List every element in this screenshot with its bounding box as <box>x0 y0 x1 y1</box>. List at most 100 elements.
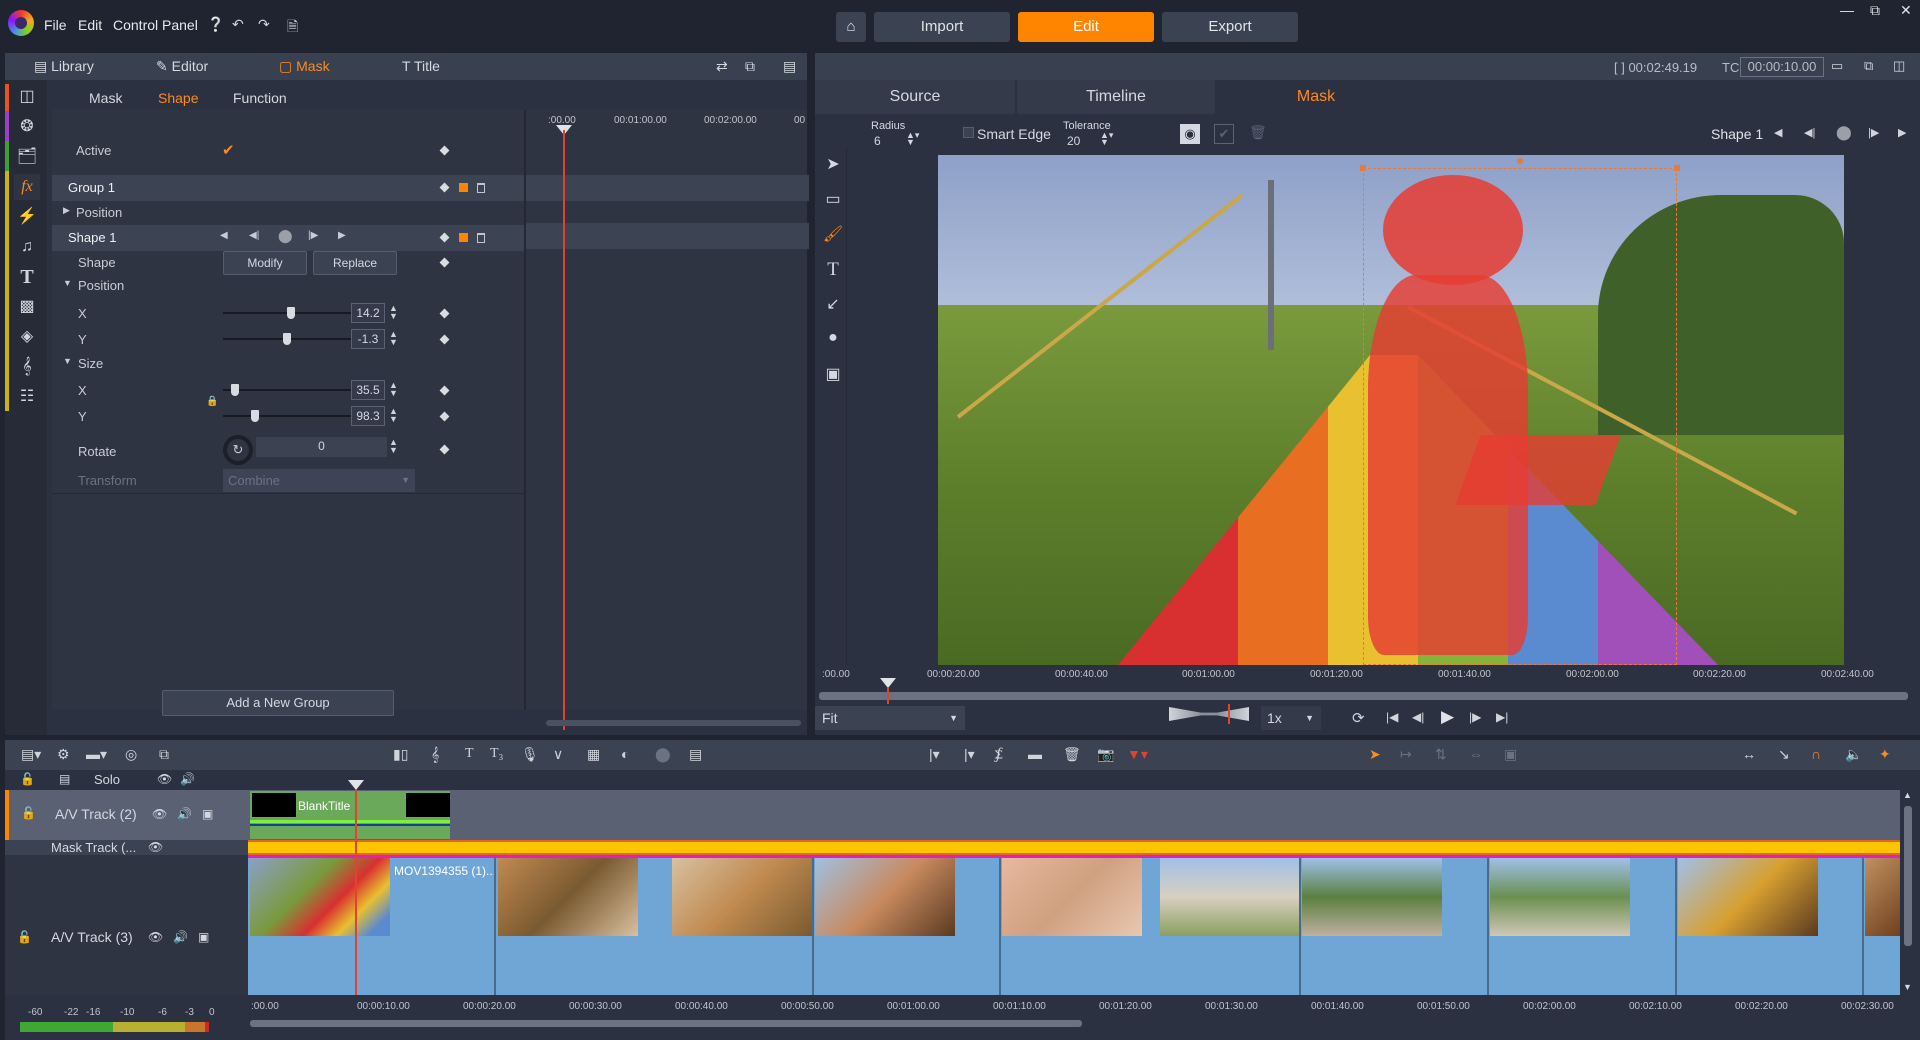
scorefitter-icon[interactable]: 𝄞 <box>431 746 439 763</box>
insert-mode-icon[interactable]: |▾ <box>929 746 940 763</box>
film-reel-icon[interactable]: ❂ <box>14 114 40 140</box>
track-header-av2[interactable]: 🔓 A/V Track (2) 👁 🔊 ▣ <box>5 790 248 840</box>
menu-edit[interactable]: Edit <box>78 17 102 33</box>
scroll-up-icon[interactable]: ▲ <box>1903 790 1912 800</box>
redo-icon[interactable]: ↷ <box>258 16 270 33</box>
slip-icon[interactable]: ⇔ <box>1469 746 1483 762</box>
piano-icon[interactable]: ☷ <box>14 384 40 410</box>
tab-mask[interactable]: ▢ Mask <box>279 58 330 75</box>
home-button[interactable]: ⌂ <box>836 12 866 42</box>
layers-icon[interactable]: ◈ <box>14 324 40 350</box>
eye-icon[interactable]: 👁 <box>148 840 163 854</box>
monitor-icon[interactable]: ▣ <box>202 807 213 821</box>
menu-control-panel[interactable]: Control Panel <box>113 17 198 33</box>
detach-icon[interactable]: ⧉ <box>1864 58 1873 74</box>
eye-icon[interactable]: 👁 <box>157 772 172 786</box>
transition-icon[interactable]: ⚡ <box>14 204 40 230</box>
shape-row[interactable]: Shape 1 ◀ ◀| ⬤ |▶ ▶ <box>52 225 524 251</box>
speaker-icon[interactable]: 🔊 <box>180 772 195 786</box>
speaker-icon[interactable]: 🔊 <box>173 930 188 944</box>
tab-library[interactable]: ▤ Library <box>34 58 94 75</box>
swap-icon[interactable]: ⇄ <box>716 58 728 75</box>
delete-icon[interactable] <box>477 233 485 243</box>
keyframe-diamond-icon[interactable] <box>439 257 450 268</box>
step-back-icon[interactable]: ◀| <box>1804 126 1815 139</box>
pos-x-slider[interactable] <box>223 307 351 319</box>
step-forward-icon[interactable]: |▶ <box>308 230 318 241</box>
pointer-tool-icon[interactable]: ➤ <box>1369 746 1381 763</box>
replace-button[interactable]: Replace <box>313 251 397 275</box>
magnet-icon[interactable]: ∩ <box>1811 746 1821 762</box>
expand-down-icon[interactable]: ▼ <box>63 278 72 288</box>
scroll-thumb[interactable] <box>1904 806 1912 946</box>
color-correction-icon[interactable]: ◐ <box>621 746 629 762</box>
size-y-input[interactable]: 98.3 <box>351 406 385 426</box>
lock-icon[interactable]: 🔓 <box>20 772 35 786</box>
go-to-end-icon[interactable]: ▶| <box>1496 710 1508 724</box>
size-x-slider[interactable] <box>223 384 351 396</box>
ripple-trim-icon[interactable]: ↦ <box>1400 746 1412 763</box>
step-forward-icon[interactable]: |▶ <box>1469 710 1481 724</box>
group-row[interactable]: Group 1 <box>52 175 524 201</box>
expand-down-icon[interactable]: ▼ <box>63 356 72 366</box>
size-x-input[interactable]: 35.5 <box>351 380 385 400</box>
apply-check-icon[interactable]: ✔ <box>1214 124 1234 144</box>
video-preview[interactable] <box>938 155 1844 665</box>
export-frame-icon[interactable]: ⧉ <box>159 746 169 763</box>
motion-track-icon[interactable]: ⬤ <box>655 746 671 763</box>
step-forward-icon[interactable]: |▶ <box>1868 126 1879 139</box>
expand-right-icon[interactable]: ▶ <box>63 205 70 216</box>
resize-handle[interactable] <box>1674 165 1680 171</box>
external-preview-icon[interactable]: ▭ <box>1831 58 1843 74</box>
vertical-scrollbar[interactable]: ▲ ▼ <box>1902 790 1914 995</box>
keyframe-toggle-icon[interactable]: ⬤ <box>278 228 293 244</box>
tab-mask[interactable]: Mask <box>1217 80 1415 114</box>
tab-timeline[interactable]: Timeline <box>1017 80 1215 114</box>
dual-view-icon[interactable]: ◫ <box>1893 58 1905 74</box>
size-y-slider[interactable] <box>223 410 351 422</box>
keyframe-diamond-icon[interactable] <box>439 182 450 193</box>
help-icon[interactable]: ❔ <box>207 16 224 33</box>
fx-icon[interactable]: fx <box>14 174 40 200</box>
3d-title-icon[interactable]: T₃ <box>490 746 503 762</box>
sync-icon[interactable]: ↔ <box>1742 746 1756 762</box>
radius-spinner[interactable]: ▲▾ ▼ <box>906 131 919 147</box>
slider-thumb[interactable] <box>283 333 291 345</box>
text-tool-icon[interactable]: T <box>822 259 844 281</box>
radius-value[interactable]: 6 <box>874 134 881 148</box>
text-icon[interactable]: T <box>14 264 40 290</box>
montage-icon[interactable]: ▩ <box>14 294 40 320</box>
import-button[interactable]: Import <box>874 12 1010 42</box>
timeline-playhead-handle[interactable] <box>348 780 364 790</box>
tolerance-spinner[interactable]: ▲▾ ▼ <box>1100 131 1113 147</box>
keyframe-diamond-icon[interactable] <box>439 308 450 319</box>
smart-tools-icon[interactable]: ✦ <box>1879 746 1891 763</box>
spin-buttons[interactable]: ▲ ▼ <box>389 330 398 347</box>
next-keyframe-icon[interactable]: ▶ <box>1898 126 1906 139</box>
treble-clef-icon[interactable]: 𝄞 <box>14 354 40 380</box>
prev-keyframe-icon[interactable]: ◀ <box>1774 126 1782 139</box>
go-to-start-icon[interactable]: |◀ <box>1386 710 1398 724</box>
layout-icon[interactable]: ▤ <box>783 58 796 75</box>
step-back-icon[interactable]: ◀| <box>1412 710 1424 724</box>
disc-icon[interactable]: ◎ <box>125 746 137 763</box>
dynamic-length-icon[interactable]: ↘ <box>1778 746 1790 763</box>
title-tool-icon[interactable]: T <box>465 746 474 762</box>
pos-x-input[interactable]: 14.2 <box>351 303 385 323</box>
track-header-av3[interactable]: 🔓 A/V Track (3) 👁 🔊 ▣ <box>5 855 248 995</box>
tab-title[interactable]: T Title <box>402 58 440 74</box>
resize-handle[interactable] <box>1360 165 1366 171</box>
spin-buttons[interactable]: ▲ ▼ <box>389 381 398 398</box>
video-clip-track[interactable]: MOV1394355 (1)... <box>248 855 1900 995</box>
menu-file[interactable]: File <box>44 17 67 33</box>
rectangle-tool-icon[interactable]: ▭ <box>822 189 844 211</box>
slider-thumb[interactable] <box>287 307 295 319</box>
color-swatch-icon[interactable] <box>459 233 468 242</box>
folders-icon[interactable]: 🗂 <box>14 144 40 170</box>
razor-icon[interactable]: ⨋ <box>994 746 1003 763</box>
face-detect-icon[interactable]: ▣ <box>822 364 844 386</box>
keyframe-scrollbar[interactable] <box>546 720 801 726</box>
monitor-icon[interactable]: ▣ <box>198 930 209 944</box>
zoom-dropdown[interactable]: Fit ▼ <box>815 706 965 730</box>
spin-buttons[interactable]: ▲ ▼ <box>389 304 398 321</box>
